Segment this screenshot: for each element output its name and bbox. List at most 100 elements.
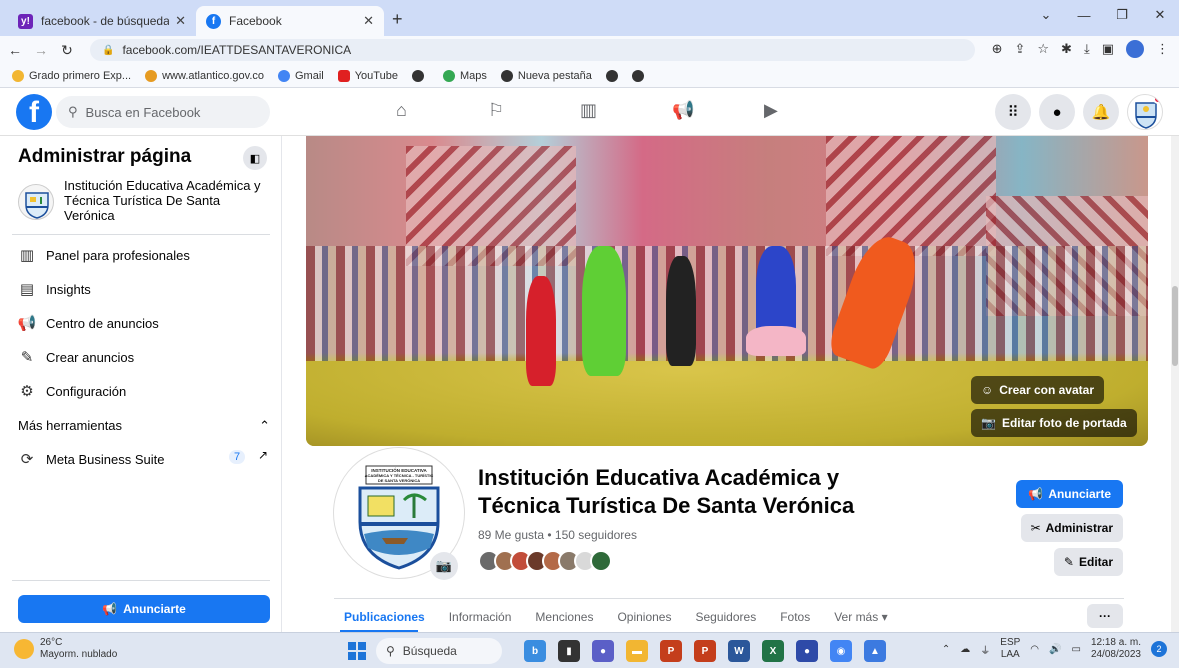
search-icon: ⚲: [386, 644, 395, 658]
bookmark-item[interactable]: Grado primero Exp...: [12, 69, 131, 82]
language-indicator[interactable]: ESP LAA: [1000, 637, 1020, 661]
excel-icon[interactable]: X: [762, 640, 784, 662]
wifi-icon[interactable]: ◠: [1030, 644, 1039, 655]
new-tab-button[interactable]: +: [392, 9, 403, 30]
close-icon[interactable]: ✕: [363, 13, 374, 29]
sidebar-item-ad-center[interactable]: 📢 Centro de anuncios: [18, 308, 159, 338]
sidepanel-icon[interactable]: ▣: [1102, 41, 1114, 57]
bookmark-item[interactable]: [631, 69, 644, 82]
url-input[interactable]: 🔒 facebook.com/IEATTDESANTAVERONICA: [90, 39, 975, 61]
back-icon[interactable]: ←: [4, 42, 26, 58]
tab-followers[interactable]: Seguidores: [695, 610, 756, 624]
divider: [334, 598, 1124, 599]
scrollbar-thumb[interactable]: [1172, 286, 1178, 366]
cover-stairs: [826, 136, 996, 256]
page-stats[interactable]: 89 Me gusta • 150 seguidores: [478, 528, 637, 542]
edit-button[interactable]: ✎ Editar: [1053, 548, 1123, 576]
bookmarks-bar: Grado primero Exp... www.atlantico.gov.c…: [0, 64, 1179, 88]
install-icon[interactable]: ⊕: [992, 41, 1003, 57]
chevron-up-icon[interactable]: ⌃: [942, 644, 950, 655]
volume-icon[interactable]: 🔊: [1049, 644, 1061, 655]
chrome-icon[interactable]: ◉: [830, 640, 852, 662]
app-icon[interactable]: ●: [796, 640, 818, 662]
sidebar-page-name: Institución Educativa Académica y Técnic…: [64, 178, 261, 223]
bookmark-item[interactable]: Nueva pestaña: [500, 69, 592, 82]
reload-icon[interactable]: ↻: [56, 42, 78, 59]
tab-reviews[interactable]: Opiniones: [617, 610, 671, 624]
sidebar-item-professional-dashboard[interactable]: ▥ Panel para profesionales: [18, 240, 190, 270]
sidebar-item-meta-business-suite[interactable]: ⟳ Meta Business Suite: [18, 444, 165, 474]
bell-icon[interactable]: 🔔: [1083, 94, 1119, 130]
messenger-icon[interactable]: ●: [1039, 94, 1075, 130]
cover-photo[interactable]: ☺ Crear con avatar 📷 Editar foto de port…: [306, 136, 1148, 446]
collapse-sidebar-icon[interactable]: ◧: [243, 146, 267, 170]
windows-start-icon[interactable]: [348, 642, 366, 660]
chevron-down-icon[interactable]: ⌄: [1027, 7, 1065, 23]
minimize-icon[interactable]: —: [1065, 8, 1103, 23]
forward-icon[interactable]: →: [30, 42, 52, 58]
onedrive-icon[interactable]: ☁: [960, 644, 970, 655]
close-window-icon[interactable]: ✕: [1141, 7, 1179, 23]
sidebar-item-settings[interactable]: ⚙ Configuración: [18, 376, 126, 406]
sidebar-item-create-ads[interactable]: ✎ Crear anuncios: [18, 342, 134, 372]
cover-figure: [582, 246, 626, 376]
create-with-avatar-button[interactable]: ☺ Crear con avatar: [971, 376, 1104, 404]
profile-avatar-icon[interactable]: [1126, 40, 1144, 58]
tab-more[interactable]: Ver más ▾: [834, 610, 887, 624]
bookmark-item[interactable]: [605, 69, 618, 82]
bing-icon[interactable]: b: [524, 640, 546, 662]
edit-cover-photo-button[interactable]: 📷 Editar foto de portada: [971, 409, 1137, 437]
weather-widget[interactable]: 26°C Mayorm. nublado: [14, 637, 117, 661]
usb-icon[interactable]: ⏚: [980, 642, 990, 657]
manage-button[interactable]: ✂ Administrar: [1020, 514, 1123, 542]
extensions-icon[interactable]: ✱: [1061, 41, 1072, 57]
clock[interactable]: 12:18 a. m. 24/08/2023: [1091, 637, 1141, 661]
menu-grid-icon[interactable]: ⠿: [995, 94, 1031, 130]
tab-photos[interactable]: Fotos: [780, 610, 810, 624]
change-profile-photo-button[interactable]: 📷: [430, 552, 458, 580]
browser-tab[interactable]: y! facebook - de búsqueda ✕: [8, 6, 196, 36]
taskbar-search-input[interactable]: ⚲ Búsqueda: [376, 638, 502, 664]
advertise-button[interactable]: 📢 Anunciarte: [1016, 480, 1123, 508]
word-icon[interactable]: W: [728, 640, 750, 662]
battery-icon[interactable]: ▭: [1071, 644, 1080, 655]
advertise-button[interactable]: 📢 Anunciarte: [18, 595, 270, 623]
bookmark-icon: [12, 69, 24, 82]
notification-count-badge[interactable]: 2: [1151, 641, 1167, 657]
star-icon[interactable]: ☆: [1037, 41, 1049, 57]
megaphone-icon[interactable]: 📢: [672, 100, 694, 121]
bookmark-item[interactable]: [411, 69, 429, 82]
file-explorer-icon[interactable]: ▬: [626, 640, 648, 662]
powerpoint-icon[interactable]: P: [660, 640, 682, 662]
dashboard-icon[interactable]: ▥: [580, 100, 597, 121]
more-tools-section[interactable]: Más herramientas ⌃: [18, 418, 270, 434]
facebook-search-input[interactable]: ⚲ Busca en Facebook: [56, 96, 270, 128]
close-icon[interactable]: ✕: [175, 13, 186, 29]
facebook-logo-icon[interactable]: f: [16, 94, 52, 130]
browser-tab-active[interactable]: f Facebook ✕: [196, 6, 384, 36]
tab-posts[interactable]: Publicaciones: [340, 610, 425, 633]
sidebar-item-insights[interactable]: ▤ Insights: [18, 274, 91, 304]
tab-mentions[interactable]: Menciones: [535, 610, 593, 624]
teams-icon[interactable]: ●: [592, 640, 614, 662]
account-avatar[interactable]: [1127, 94, 1163, 130]
more-options-button[interactable]: ···: [1087, 604, 1123, 628]
flag-icon[interactable]: ⚐: [488, 100, 504, 121]
task-view-icon[interactable]: ▮: [558, 640, 580, 662]
sidebar-page-info[interactable]: Institución Educativa Académica y Técnic…: [18, 178, 264, 223]
bookmark-item[interactable]: YouTube: [337, 69, 398, 82]
video-icon[interactable]: ▶: [764, 100, 778, 121]
bookmark-item[interactable]: www.atlantico.gov.co: [145, 69, 264, 82]
follower-avatars[interactable]: [478, 550, 612, 572]
scrollbar[interactable]: [1171, 136, 1179, 632]
bookmark-item[interactable]: Maps: [442, 69, 487, 82]
tab-info[interactable]: Información: [449, 610, 512, 624]
share-icon[interactable]: ⇪: [1014, 41, 1025, 57]
restore-icon[interactable]: ❐: [1103, 7, 1141, 23]
bookmark-item[interactable]: Gmail: [278, 69, 324, 82]
home-icon[interactable]: ⌂: [396, 100, 407, 121]
download-icon[interactable]: ⤓: [1084, 41, 1090, 57]
menu-icon[interactable]: ⋮: [1156, 41, 1169, 57]
powerpoint-icon-2[interactable]: P: [694, 640, 716, 662]
photos-icon[interactable]: ▲: [864, 640, 886, 662]
